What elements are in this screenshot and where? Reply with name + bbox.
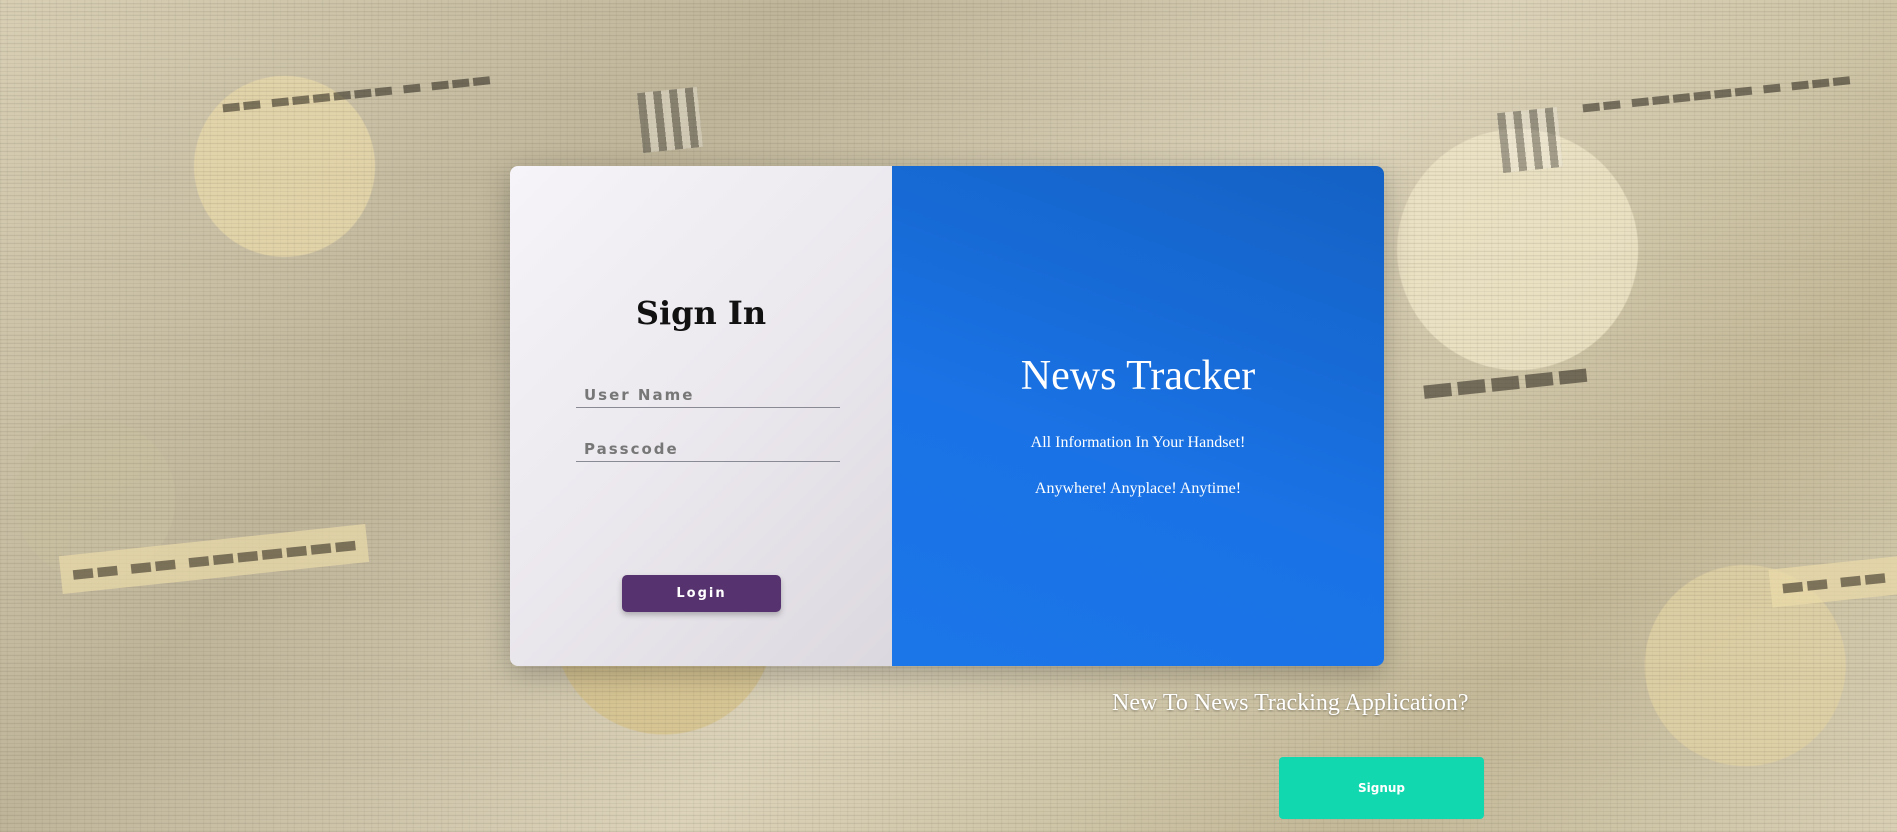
- newspaper-headline-decoration: ▬▬ ▬▬ ▬▬▬▬▬▬▬: [58, 523, 370, 595]
- signup-button[interactable]: Signup: [1279, 757, 1484, 819]
- newspaper-headline-decoration: ▬▬ ▬▬ ▬▬: [1768, 550, 1897, 608]
- newspaper-headline-decoration: ▬▬ ▬▬▬▬▬▬ ▬ ▬▬▬: [219, 65, 494, 121]
- app-title: News Tracker: [1020, 353, 1256, 399]
- newspaper-crossword-decoration: [1497, 107, 1563, 173]
- login-button[interactable]: Login: [622, 575, 781, 612]
- username-input[interactable]: [576, 382, 840, 408]
- auth-card: Sign In Login News Tracker All Informati…: [510, 166, 1384, 666]
- signin-panel: Sign In Login: [510, 166, 892, 666]
- newspaper-crossword-decoration: [637, 87, 703, 153]
- signup-prompt: New To News Tracking Application?: [1112, 690, 1469, 716]
- newspaper-headline-decoration: ▬▬ ▬▬▬▬▬▬ ▬ ▬▬▬: [1579, 65, 1854, 121]
- tagline-primary: All Information In Your Handset!: [1030, 434, 1246, 451]
- newspaper-headline-decoration: ▬▬▬▬▬: [1418, 351, 1592, 411]
- promo-panel: News Tracker All Information In Your Han…: [892, 166, 1384, 666]
- tagline-secondary: Anywhere! Anyplace! Anytime!: [1034, 480, 1242, 497]
- password-input[interactable]: [576, 436, 840, 462]
- signin-title: Sign In: [635, 294, 767, 332]
